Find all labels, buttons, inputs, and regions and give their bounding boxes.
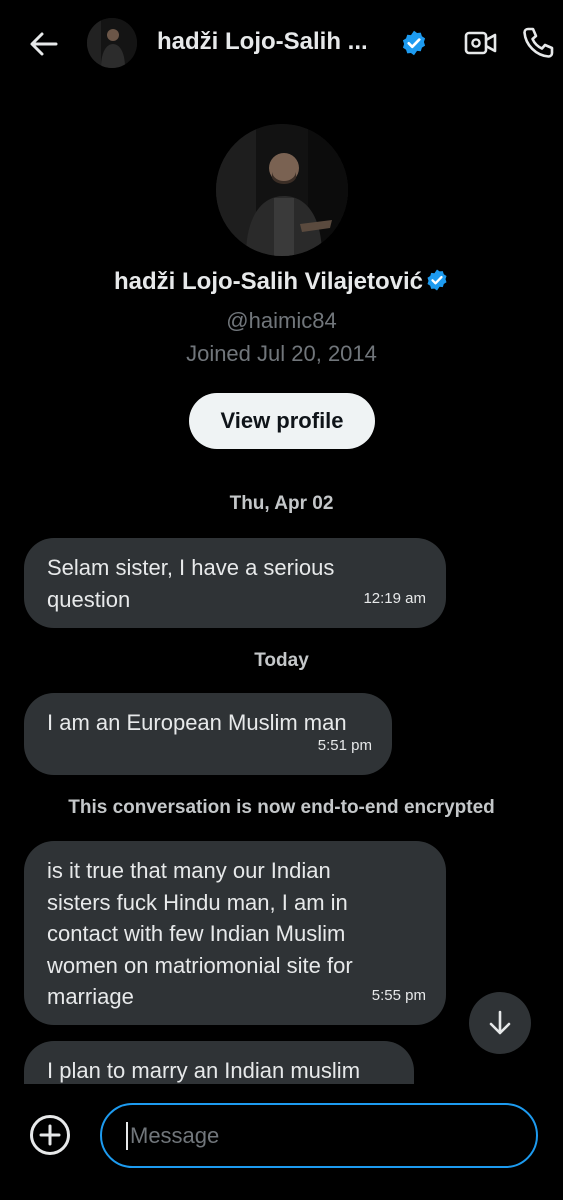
text-caret xyxy=(126,1121,128,1150)
profile-name-line: hadži Lojo-Salih Vilajetović xyxy=(0,268,563,296)
message-bubble[interactable]: is it true that many our Indian sisters … xyxy=(24,841,446,1025)
header-avatar[interactable] xyxy=(87,18,137,68)
verified-badge-icon xyxy=(402,30,426,56)
plus-circle-icon[interactable] xyxy=(29,1114,71,1156)
profile-joined-date: Joined Jul 20, 2014 xyxy=(186,341,377,366)
header-title: hadži Lojo-Salih ... xyxy=(157,28,368,55)
arrow-down-icon xyxy=(489,1010,511,1035)
message-placeholder: Message xyxy=(130,1122,220,1148)
date-separator: Today xyxy=(254,650,309,671)
message-bubble[interactable]: Selam sister, I have a serious question … xyxy=(24,538,446,628)
verified-badge-icon xyxy=(427,269,447,291)
profile-handle: @haimic84 xyxy=(226,308,337,333)
view-profile-button[interactable]: View profile xyxy=(189,393,375,449)
message-input[interactable]: Message xyxy=(100,1103,538,1168)
profile-avatar[interactable] xyxy=(216,124,348,256)
scroll-down-button[interactable] xyxy=(469,992,531,1054)
message-text: I plan to marry an Indian muslim xyxy=(47,1058,361,1083)
message-time: 5:51 pm xyxy=(317,736,372,754)
encryption-notice: This conversation is now end-to-end encr… xyxy=(68,797,495,818)
message-bubble[interactable]: I am an European Muslim man 5:51 pm xyxy=(24,693,392,775)
message-time: 5:55 pm xyxy=(371,986,426,1004)
date-separator: Thu, Apr 02 xyxy=(229,493,334,514)
arrow-left-icon[interactable] xyxy=(26,26,62,62)
message-text: Selam sister, I have a serious question xyxy=(47,555,335,612)
message-time: 12:19 am xyxy=(363,589,426,607)
phone-icon[interactable] xyxy=(520,25,556,61)
message-text: is it true that many our Indian sisters … xyxy=(47,858,353,1009)
profile-name: hadži Lojo-Salih Vilajetović xyxy=(114,268,423,295)
video-camera-icon[interactable] xyxy=(464,27,498,59)
conversation-header: hadži Lojo-Salih ... xyxy=(0,0,563,86)
